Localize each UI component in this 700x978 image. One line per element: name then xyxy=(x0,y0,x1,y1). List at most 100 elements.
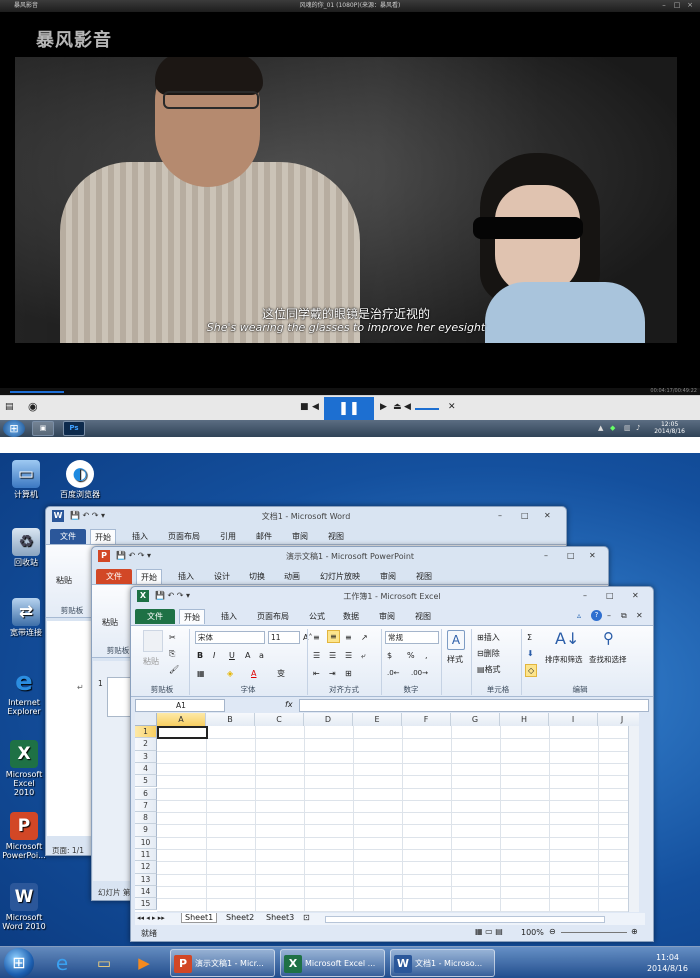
copy-icon[interactable]: ⎘ xyxy=(169,648,175,659)
tab-insert[interactable]: 插入 xyxy=(128,529,152,544)
column-header[interactable]: D xyxy=(304,713,353,726)
start-button[interactable]: ⊞ xyxy=(3,420,25,437)
row-header[interactable]: 10 xyxy=(135,836,157,849)
underline-button[interactable]: U xyxy=(229,650,235,661)
column-header[interactable]: F xyxy=(402,713,451,726)
align-top-icon[interactable]: ≡ xyxy=(313,632,320,643)
sheet-nav-icons[interactable]: ◂◂ ◂ ▸ ▸▸ xyxy=(137,914,165,922)
format-painter-icon[interactable]: 🖌 xyxy=(169,664,179,675)
tab-insert[interactable]: 插入 xyxy=(217,609,241,624)
tab-home[interactable]: 开始 xyxy=(90,529,116,544)
volume-icon[interactable]: ◀ xyxy=(404,402,411,412)
decrease-decimal-icon[interactable]: .00→ xyxy=(411,668,428,679)
slide-thumbnail[interactable] xyxy=(107,677,131,717)
stop-icon[interactable]: ■ xyxy=(300,402,309,412)
doc-close-icon[interactable]: ✕ xyxy=(636,611,643,620)
fx-icon[interactable]: fx xyxy=(285,700,293,709)
cut-icon[interactable]: ✂ xyxy=(169,632,176,643)
row-header[interactable]: 13 xyxy=(135,873,157,886)
column-header[interactable]: H xyxy=(500,713,549,726)
row-header[interactable]: 11 xyxy=(135,849,157,862)
close-icon[interactable]: ✕ xyxy=(589,551,596,560)
excel-desktop-icon[interactable]: X Microsoft Excel 2010 xyxy=(2,740,46,797)
fill-color-icon[interactable]: ◈ xyxy=(227,668,233,679)
paste-button[interactable]: 粘贴 xyxy=(102,617,118,628)
currency-icon[interactable]: $ xyxy=(387,650,392,661)
active-cell-A1[interactable] xyxy=(157,726,208,739)
row-header[interactable]: 8 xyxy=(135,812,157,825)
broadband-desktop-icon[interactable]: ⇄ 宽带连接 xyxy=(4,598,48,637)
task-powerpoint[interactable]: P 演示文稿1 - Micr... xyxy=(170,949,275,977)
maximize-icon[interactable]: □ xyxy=(521,511,529,520)
tray-network-icon[interactable]: ▥ xyxy=(624,424,631,432)
maximize-icon[interactable]: □ xyxy=(673,2,681,9)
pause-button[interactable]: ❚❚ xyxy=(324,397,374,420)
baidu-browser-desktop-icon[interactable]: ◐ 百度浏览器 xyxy=(58,460,102,499)
playlist-icon[interactable]: ▤ xyxy=(5,402,14,412)
column-header[interactable]: I xyxy=(549,713,598,726)
minimize-icon[interactable]: – xyxy=(544,551,548,560)
increase-decimal-icon[interactable]: .0← xyxy=(387,668,400,679)
border-icon[interactable]: ▦ xyxy=(197,668,205,679)
row-header[interactable]: 12 xyxy=(135,861,157,874)
tab-home[interactable]: 开始 xyxy=(179,609,205,624)
doc-minimize-icon[interactable]: – xyxy=(607,611,611,620)
horizontal-scrollbar[interactable] xyxy=(325,916,605,923)
eject-icon[interactable]: ⏏ xyxy=(393,402,402,412)
number-format-select[interactable]: 常规 xyxy=(385,631,439,644)
sheet-tab-1[interactable]: Sheet1 xyxy=(181,913,218,923)
tab-slideshow[interactable]: 幻灯片放映 xyxy=(316,569,364,584)
autosum-icon[interactable]: Σ xyxy=(527,632,532,643)
video-frame[interactable]: 这位同学戴的眼镜是治疗近视的 She's wearing the glasses… xyxy=(15,57,677,343)
outdent-icon[interactable]: ⇥ xyxy=(329,668,336,679)
powerpoint-desktop-icon[interactable]: P Microsoft PowerPoi... xyxy=(2,812,46,860)
align-bottom-icon[interactable]: ≡ xyxy=(345,632,352,643)
row-header[interactable]: 9 xyxy=(135,824,157,837)
word-desktop-icon[interactable]: W Microsoft Word 2010 xyxy=(2,883,46,931)
clear-icon[interactable]: ◇ xyxy=(525,664,538,677)
align-left-icon[interactable]: ☰ xyxy=(313,650,320,661)
eye-icon[interactable]: ◉ xyxy=(28,400,38,413)
row-header[interactable]: 1 xyxy=(135,726,157,739)
tab-review[interactable]: 审阅 xyxy=(376,569,400,584)
column-header[interactable]: B xyxy=(206,713,255,726)
close-icon[interactable]: ✕ xyxy=(544,511,551,520)
italic-button[interactable]: I xyxy=(213,650,215,661)
sort-filter-button[interactable]: 排序和筛选 xyxy=(545,654,583,665)
volume-slider[interactable] xyxy=(415,408,439,410)
font-color-icon[interactable]: A xyxy=(251,668,256,679)
delete-cells-button[interactable]: ⊟删除 xyxy=(477,648,500,659)
zoom-out-icon[interactable]: ⊖ xyxy=(549,927,556,936)
doc-restore-icon[interactable]: ⧉ xyxy=(621,611,627,621)
close-icon[interactable]: ✕ xyxy=(632,591,639,600)
fill-icon[interactable]: ⬇ xyxy=(527,648,534,659)
task-excel[interactable]: X Microsoft Excel ... xyxy=(280,949,385,977)
sheet-tab-3[interactable]: Sheet3 xyxy=(263,913,297,922)
minimize-icon[interactable]: – xyxy=(583,591,587,600)
row-header[interactable]: 3 xyxy=(135,750,157,763)
paste-button[interactable]: 粘贴 xyxy=(56,575,72,586)
maximize-icon[interactable]: □ xyxy=(567,551,575,560)
tab-file[interactable]: 文件 xyxy=(135,609,175,624)
tab-insert[interactable]: 插入 xyxy=(174,569,198,584)
minimize-icon[interactable]: – xyxy=(660,2,668,9)
name-box[interactable]: A1 xyxy=(135,699,225,712)
tab-review[interactable]: 审阅 xyxy=(288,529,312,544)
tab-file[interactable]: 文件 xyxy=(96,569,132,584)
taskbar-clock[interactable]: 11:04 2014/8/16 xyxy=(647,952,688,974)
zoom-in-icon[interactable]: ⊕ xyxy=(631,927,638,936)
insert-cells-button[interactable]: ⊞插入 xyxy=(477,632,500,643)
row-header[interactable]: 15 xyxy=(135,898,157,911)
styles-button[interactable]: 样式 xyxy=(447,654,463,665)
spreadsheet-grid[interactable]: ABCDEFGHIJ 1 2 3 4 5 6 7 8 9 10 11 12 13 14 15 xyxy=(135,713,639,912)
ie-desktop-icon[interactable]: e Internet Explorer xyxy=(2,668,46,716)
paste-button[interactable]: 粘贴 xyxy=(143,656,159,667)
tab-design[interactable]: 设计 xyxy=(210,569,234,584)
tray-volume-icon[interactable]: ♪ xyxy=(636,424,640,432)
row-header[interactable]: 7 xyxy=(135,799,157,813)
column-header[interactable]: A xyxy=(157,713,206,726)
photoshop-task-icon[interactable]: Ps xyxy=(63,421,85,436)
tab-file[interactable]: 文件 xyxy=(50,529,86,544)
tray-security-icon[interactable]: ◆ xyxy=(610,424,615,432)
tab-layout[interactable]: 页面布局 xyxy=(253,609,293,624)
